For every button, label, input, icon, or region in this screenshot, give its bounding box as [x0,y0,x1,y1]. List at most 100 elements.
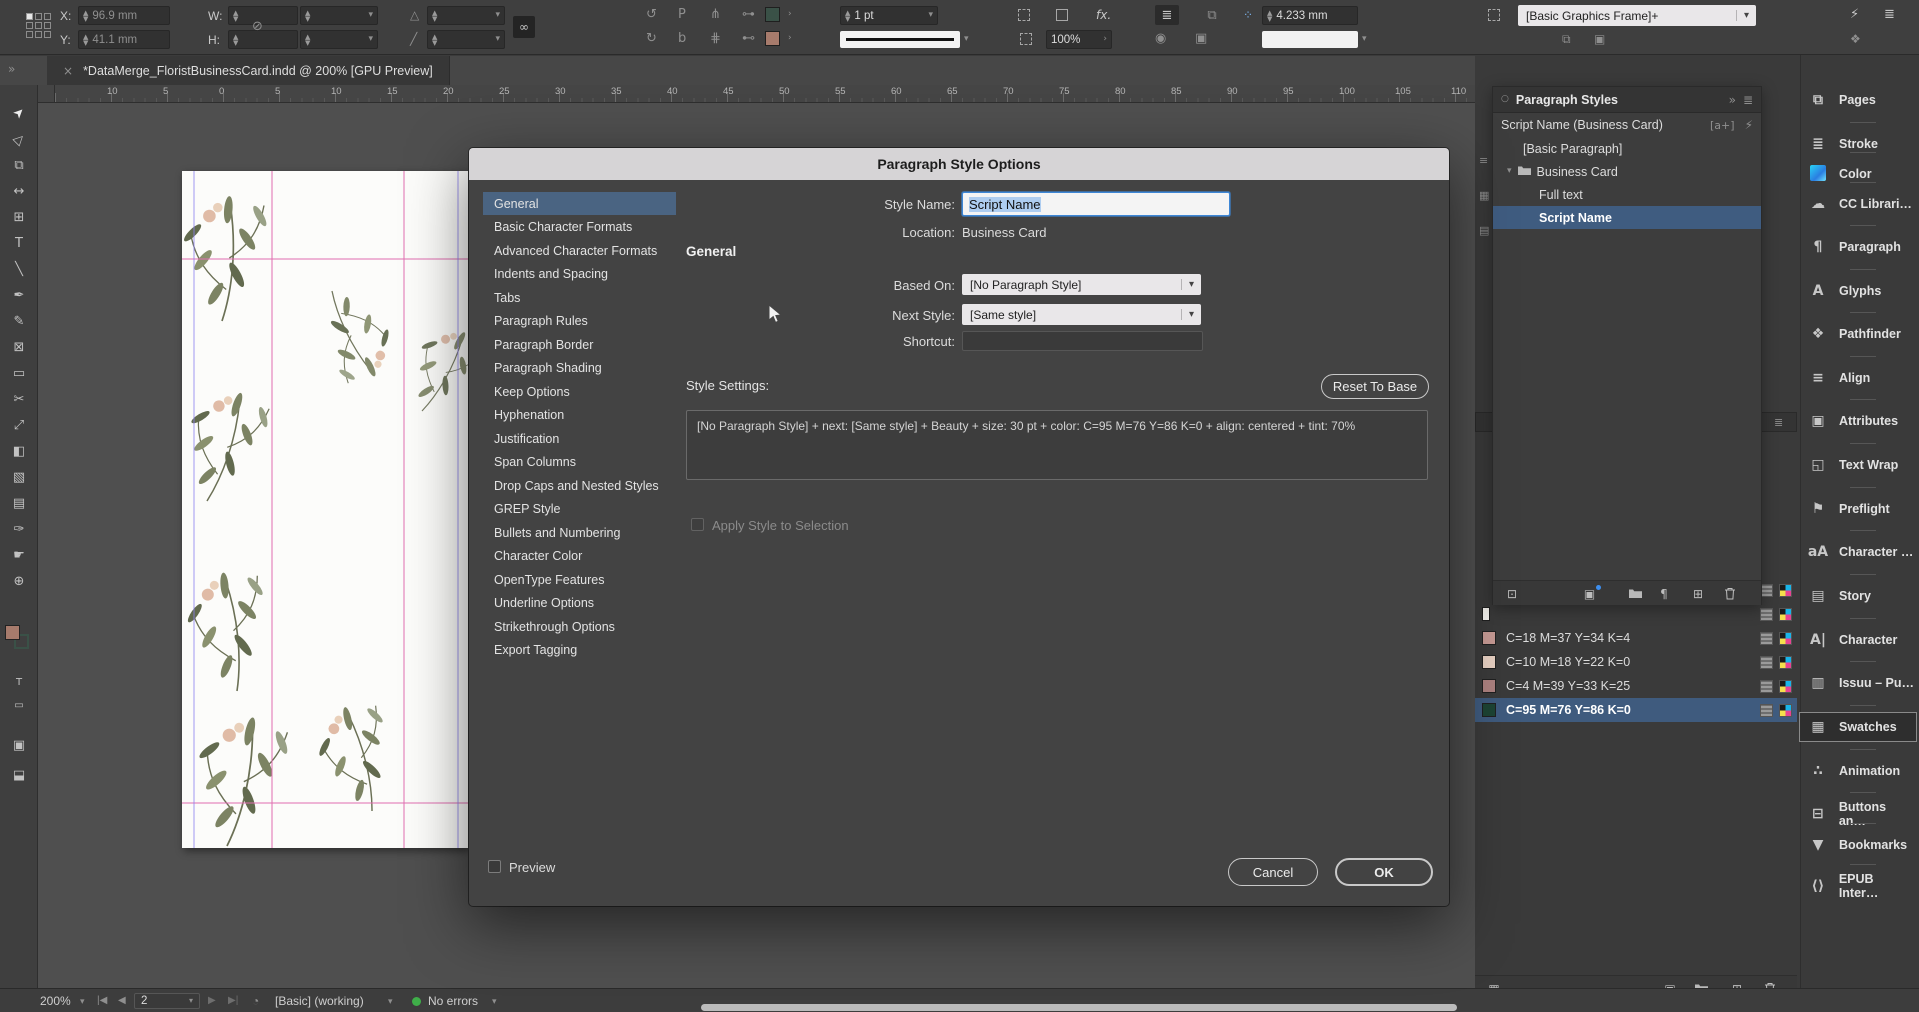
current-style-row[interactable]: Script Name (Business Card) [a+] ⚡ [1493,113,1761,137]
swatch-row[interactable]: C=18 M=37 Y=34 K=4 [1475,626,1797,650]
clear-attributes-icon[interactable]: ▣ [1594,33,1605,45]
link-scale-icon[interactable]: ∞ [513,16,535,38]
dialog-nav-basic-character-formats[interactable]: Basic Character Formats [483,216,676,239]
dialog-nav-character-color[interactable]: Character Color [483,545,676,568]
dialog-nav-span-columns[interactable]: Span Columns [483,451,676,474]
dialog-nav-paragraph-rules[interactable]: Paragraph Rules [483,310,676,333]
shortcut-input[interactable] [962,331,1203,351]
gradient-feather-tool-icon[interactable]: ▧ [0,465,38,489]
swatches-menu-icon[interactable]: ≣ [1774,417,1783,428]
corner-radius-field[interactable]: ▲▼4.233 mm [1262,6,1358,25]
preview-checkbox[interactable] [488,860,501,873]
dock-item-glyphs[interactable]: AGlyphs [1800,277,1916,305]
swatch-row[interactable]: C=95 M=76 Y=86 K=0 [1475,698,1797,722]
dock-item-preflight[interactable]: ⚑Preflight [1800,495,1916,523]
cc-libraries-add-button[interactable]: ▣ [1581,585,1603,602]
fill-proxy-chip[interactable] [5,625,20,640]
opacity-combo[interactable]: 100%› [1046,30,1112,49]
dialog-title-bar[interactable]: Paragraph Style Options [469,148,1449,180]
paragraph-style-row[interactable]: Full text [1493,183,1761,206]
document-tab[interactable]: × *DataMerge_FloristBusinessCard.indd @ … [47,56,450,85]
style-override-icon[interactable]: ⧉ [1562,33,1571,45]
dialog-nav-strikethrough-options[interactable]: Strikethrough Options [483,615,676,638]
x-position-field[interactable]: ▲▼96.9 mm [78,6,170,25]
swatch-row-partial[interactable] [1475,602,1797,626]
stroke-weight-combo[interactable]: ▲▼1 pt▾ [840,6,938,25]
dock-item-story[interactable]: ▤Story [1800,582,1916,610]
previous-page-icon[interactable]: ◀ [118,989,126,1012]
apply-style-checkbox[interactable] [691,518,704,531]
object-style-combo[interactable]: [Basic Graphics Frame]+▾ [1518,5,1756,26]
zoom-level[interactable]: 200% [40,989,71,1012]
next-style-dropdown[interactable]: [Same style]▾ [962,304,1201,325]
dialog-nav-drop-caps-and-nested-styles[interactable]: Drop Caps and Nested Styles [483,474,676,497]
cancel-button[interactable]: Cancel [1228,858,1318,886]
stroke-flyout-icon[interactable]: › [788,34,792,43]
zoom-chevron-icon[interactable]: ▾ [80,989,85,1012]
dock-item-align[interactable]: ≡Align [1800,364,1916,392]
pencil-tool-icon[interactable]: ✎ [0,309,38,333]
adjust-layout-icon[interactable]: ❖ [1850,33,1861,45]
delete-style-button[interactable] [1719,585,1741,602]
preflight-menu-icon[interactable]: ◔ [252,989,259,1012]
pen-tool-icon[interactable]: ✒ [0,283,38,307]
frame-fitting-icon[interactable] [1018,9,1030,21]
drop-shadow-icon[interactable]: ◉ [1155,32,1166,45]
line-tool-icon[interactable]: ╲ [0,257,38,281]
dialog-nav-advanced-character-formats[interactable]: Advanced Character Formats [483,239,676,262]
align-stroke-icon[interactable]: ≣ [1155,5,1179,25]
dock-item-issuu-pu[interactable]: ▥Issuu – Pu… [1800,669,1916,697]
horizontal-scrollbar-thumb[interactable] [701,1004,1457,1011]
swatch-row[interactable]: C=4 M=39 Y=33 K=25 [1475,674,1797,698]
effects-icon[interactable]: fx. [1096,9,1111,21]
dock-item-swatches[interactable]: ▦Swatches [1800,713,1916,741]
flip-vertical-icon[interactable]: b [678,32,686,45]
paragraph-styles-header[interactable]: ○ Paragraph Styles » ≣ [1493,87,1761,113]
gradient-swatch-tool-icon[interactable]: ◧ [0,439,38,463]
select-content-icon[interactable]: ⊶ [742,8,755,21]
select-previous-icon[interactable]: ⊷ [742,32,755,45]
dialog-nav-paragraph-border[interactable]: Paragraph Border [483,333,676,356]
hand-tool-icon[interactable]: ☛ [0,543,38,567]
dock-item-animation[interactable]: ∴Animation [1800,757,1916,785]
zoom-tool-icon[interactable]: ⊕ [0,569,38,593]
rectangle-tool-icon[interactable]: ▭ [0,361,38,385]
collapsed-panel-icon-3[interactable]: ▤ [1479,225,1489,236]
object-fitting-icon[interactable] [1020,33,1032,45]
dialog-nav-opentype-features[interactable]: OpenType Features [483,568,676,591]
gap-tool-icon[interactable]: ↔ [0,179,38,203]
fill-stroke-proxy[interactable] [5,625,33,653]
page-tool-icon[interactable]: ⧉ [0,153,38,177]
fill-flyout-icon[interactable]: › [788,10,792,19]
preflight-status[interactable]: No errors [412,989,478,1012]
stroke-style-combo[interactable] [840,31,960,48]
rotate-ccw-icon[interactable]: ↺ [646,8,657,21]
dialog-nav-bullets-and-numbering[interactable]: Bullets and Numbering [483,521,676,544]
content-collector-tool-icon[interactable]: ⊞ [0,205,38,229]
last-page-icon[interactable]: ▶| [228,989,238,1012]
paragraph-style-row[interactable]: Script Name [1493,206,1761,229]
constrain-proportions-icon[interactable]: ⊘ [252,20,263,33]
scale-x-field[interactable]: ▲▼▾ [300,6,378,25]
dialog-nav-underline-options[interactable]: Underline Options [483,592,676,615]
scissors-tool-icon[interactable]: ✂ [0,387,38,411]
based-on-dropdown[interactable]: [No Paragraph Style]▾ [962,274,1201,295]
stroke-color-chip[interactable] [765,31,780,46]
formatting-text-icon[interactable]: T [0,670,38,694]
dialog-nav-grep-style[interactable]: GREP Style [483,498,676,521]
dialog-nav-hyphenation[interactable]: Hyphenation [483,404,676,427]
eyedropper-tool-icon[interactable]: ✑ [0,517,38,541]
stroke-style-chevron-icon[interactable]: ▾ [964,35,969,44]
panel-collapse-icon[interactable]: » [1729,94,1736,106]
rotate-cw-icon[interactable]: ↻ [646,32,657,45]
dock-item-character[interactable]: A|Character [1800,626,1916,654]
style-name-input[interactable]: Script Name [962,192,1230,216]
panel-menu-icon[interactable]: ≣ [1743,94,1753,106]
shear-angle-field[interactable]: ▲▼▾ [427,30,505,49]
dock-item-epub-inter[interactable]: ⟨⟩EPUB Inter… [1800,872,1916,900]
dialog-nav-justification[interactable]: Justification [483,427,676,450]
dock-item-attributes[interactable]: ▣Attributes [1800,407,1916,435]
first-page-icon[interactable]: |◀ [97,989,107,1012]
apply-style-button[interactable]: ¶ [1653,585,1675,602]
ok-button[interactable]: OK [1335,858,1433,886]
